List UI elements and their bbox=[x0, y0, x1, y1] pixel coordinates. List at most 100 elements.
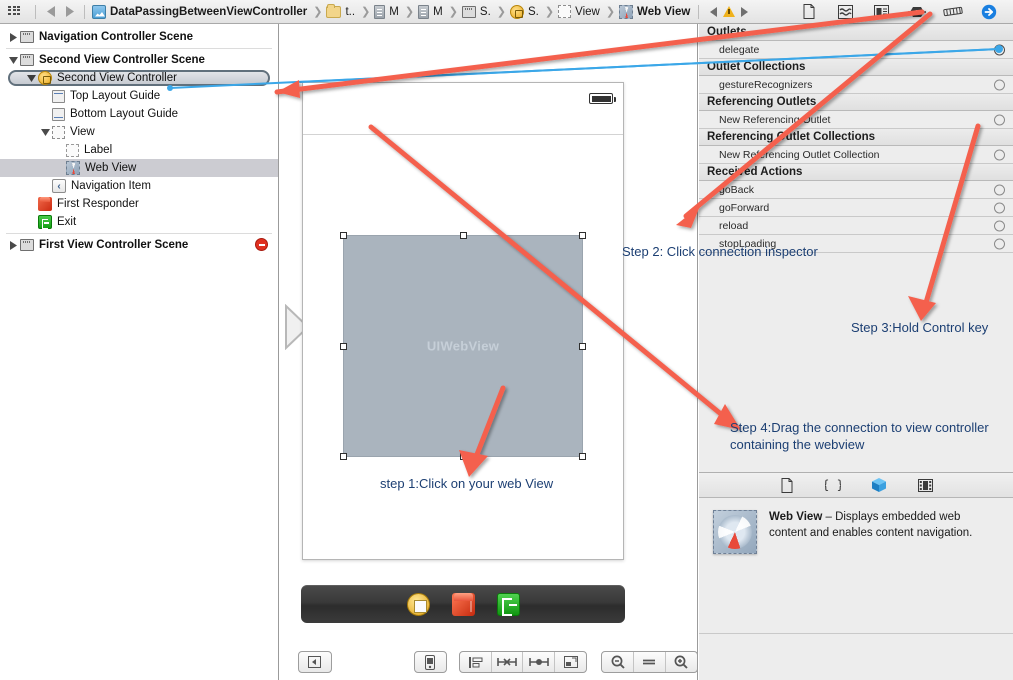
view-icon bbox=[558, 5, 572, 18]
bottom-layout-guide-icon bbox=[52, 107, 65, 121]
media-library-icon[interactable] bbox=[915, 477, 935, 493]
resize-handle-top-left[interactable] bbox=[340, 232, 347, 239]
connection-row-new-referencing-outlet-collection[interactable]: New Referencing Outlet Collection bbox=[699, 146, 1013, 164]
zoom-out-button[interactable] bbox=[602, 652, 634, 672]
connection-well-icon[interactable] bbox=[994, 79, 1005, 90]
identity-inspector-icon[interactable] bbox=[871, 4, 891, 20]
xcode-interface-builder-window: DataPassingBetweenViewController ❯ t.. ❯… bbox=[0, 0, 1013, 680]
connections-inspector-panel[interactable]: Outlets delegate Outlet Collections gest… bbox=[699, 24, 1013, 680]
breadcrumb-item-folder[interactable]: t.. bbox=[325, 0, 356, 24]
breadcrumb-toolbar: DataPassingBetweenViewController ❯ t.. ❯… bbox=[0, 0, 1013, 24]
outline-row-view[interactable]: View bbox=[0, 123, 278, 141]
attributes-inspector-icon[interactable] bbox=[907, 4, 927, 20]
outline-row-first-view-controller-scene[interactable]: First View Controller Scene bbox=[0, 236, 278, 254]
document-outline-toggle-button[interactable] bbox=[299, 652, 331, 672]
breadcrumb-item-storyboard[interactable]: S. bbox=[461, 0, 492, 24]
issue-next-icon[interactable] bbox=[735, 2, 753, 22]
connection-row-new-referencing-outlet[interactable]: New Referencing Outlet bbox=[699, 111, 1013, 129]
connection-well-icon[interactable] bbox=[994, 149, 1005, 160]
forward-arrow-icon[interactable] bbox=[60, 2, 78, 22]
outline-row-exit[interactable]: Exit bbox=[0, 213, 278, 231]
document-outline-panel[interactable]: Navigation Controller Scene Second View … bbox=[0, 24, 279, 680]
outline-row-bottom-layout-guide[interactable]: Bottom Layout Guide bbox=[0, 105, 278, 123]
breadcrumb-item-scene[interactable]: S. bbox=[509, 0, 540, 24]
file-template-library-icon[interactable] bbox=[777, 477, 797, 493]
disclosure-triangle-expanded-icon[interactable] bbox=[38, 128, 52, 136]
connection-row-delegate[interactable]: delegate bbox=[699, 41, 1013, 59]
disclosure-triangle-collapsed-icon[interactable] bbox=[6, 240, 20, 250]
outline-row-second-view-controller[interactable]: Second View Controller bbox=[0, 69, 278, 87]
zoom-in-button[interactable] bbox=[666, 652, 698, 672]
outline-row-web-view[interactable]: Web View bbox=[0, 159, 278, 177]
resize-handle-top-center[interactable] bbox=[460, 232, 467, 239]
object-library-icon[interactable] bbox=[869, 477, 889, 493]
connections-inspector-icon[interactable] bbox=[979, 4, 999, 20]
outline-row-top-layout-guide[interactable]: Top Layout Guide bbox=[0, 87, 278, 105]
dock-exit-icon[interactable] bbox=[496, 592, 520, 616]
connection-well-icon[interactable] bbox=[994, 114, 1005, 125]
breadcrumb-label: M bbox=[389, 5, 399, 18]
pin-button[interactable] bbox=[492, 652, 524, 672]
align-button[interactable] bbox=[460, 652, 492, 672]
back-arrow-icon[interactable] bbox=[42, 2, 60, 22]
chevron-right-icon: ❯ bbox=[605, 6, 616, 18]
file-inspector-icon[interactable] bbox=[799, 4, 819, 20]
resize-handle-middle-right[interactable] bbox=[579, 343, 586, 350]
view-controller-canvas[interactable]: UIWebView bbox=[302, 82, 624, 560]
error-badge-icon[interactable] bbox=[255, 238, 268, 251]
connection-row-reload[interactable]: reload bbox=[699, 217, 1013, 235]
outline-row-label[interactable]: Label bbox=[0, 141, 278, 159]
zoom-actual-size-button[interactable] bbox=[634, 652, 666, 672]
breadcrumb-item-file-1[interactable]: M bbox=[373, 0, 400, 24]
code-snippet-library-icon[interactable]: { } bbox=[823, 477, 843, 493]
chevron-right-icon: ❯ bbox=[448, 6, 458, 18]
outline-row-first-responder[interactable]: First Responder bbox=[0, 195, 278, 213]
connection-well-icon[interactable] bbox=[994, 220, 1005, 231]
section-title: Received Actions bbox=[707, 166, 803, 178]
disclosure-triangle-collapsed-icon[interactable] bbox=[6, 32, 20, 42]
size-inspector-icon[interactable] bbox=[943, 4, 963, 20]
toolbar-divider bbox=[35, 4, 36, 19]
breadcrumb-item-view[interactable]: View bbox=[557, 0, 601, 24]
connection-well-icon[interactable] bbox=[994, 238, 1005, 249]
web-view-icon bbox=[619, 4, 634, 19]
dock-first-responder-icon[interactable] bbox=[451, 592, 475, 616]
connection-row-go-forward[interactable]: goForward bbox=[699, 199, 1013, 217]
quick-help-inspector-icon[interactable] bbox=[835, 4, 855, 20]
breadcrumb-item-web-view[interactable]: Web View bbox=[618, 0, 691, 24]
resize-handle-top-right[interactable] bbox=[579, 232, 586, 239]
resize-handle-bottom-center[interactable] bbox=[460, 453, 467, 460]
resolve-auto-layout-issues-button[interactable] bbox=[523, 652, 555, 672]
outline-row-navigation-item[interactable]: ‹ Navigation Item bbox=[0, 177, 278, 195]
web-view-object[interactable]: UIWebView bbox=[340, 232, 586, 460]
resize-handle-bottom-left[interactable] bbox=[340, 453, 347, 460]
connection-well-filled-icon[interactable] bbox=[994, 44, 1005, 55]
outline-row-label: First Responder bbox=[57, 198, 139, 210]
outline-row-second-view-controller-scene[interactable]: Second View Controller Scene bbox=[0, 51, 278, 69]
resizing-behavior-button[interactable] bbox=[555, 652, 586, 672]
connection-row-stop-loading[interactable]: stopLoading bbox=[699, 235, 1013, 253]
disclosure-triangle-expanded-icon[interactable] bbox=[24, 74, 38, 82]
connection-row-gesture-recognizers[interactable]: gestureRecognizers bbox=[699, 76, 1013, 94]
outline-row-label: Web View bbox=[85, 162, 137, 174]
connection-well-icon[interactable] bbox=[994, 184, 1005, 195]
scene-dock[interactable] bbox=[300, 584, 626, 624]
xcode-project-icon bbox=[92, 4, 106, 19]
issue-previous-icon[interactable] bbox=[705, 2, 723, 22]
grid-icon[interactable] bbox=[8, 5, 22, 18]
connection-label: goBack bbox=[719, 183, 755, 196]
resize-handle-bottom-right[interactable] bbox=[579, 453, 586, 460]
outline-row-label: Navigation Item bbox=[71, 180, 151, 192]
dock-view-controller-icon[interactable] bbox=[406, 592, 430, 616]
breadcrumb-item-file-2[interactable]: M bbox=[417, 0, 444, 24]
breadcrumb-item-project[interactable]: DataPassingBetweenViewController bbox=[91, 0, 308, 24]
connection-row-go-back[interactable]: goBack bbox=[699, 181, 1013, 199]
connection-well-icon[interactable] bbox=[994, 202, 1005, 213]
device-preview-button[interactable] bbox=[415, 652, 447, 672]
outline-row-label: First View Controller Scene bbox=[39, 239, 189, 251]
outline-row-navigation-controller-scene[interactable]: Navigation Controller Scene bbox=[0, 28, 278, 46]
inspector-tab-strip bbox=[799, 4, 1013, 20]
storyboard-canvas[interactable]: UIWebView bbox=[280, 24, 698, 680]
disclosure-triangle-expanded-icon[interactable] bbox=[6, 56, 20, 64]
resize-handle-middle-left[interactable] bbox=[340, 343, 347, 350]
